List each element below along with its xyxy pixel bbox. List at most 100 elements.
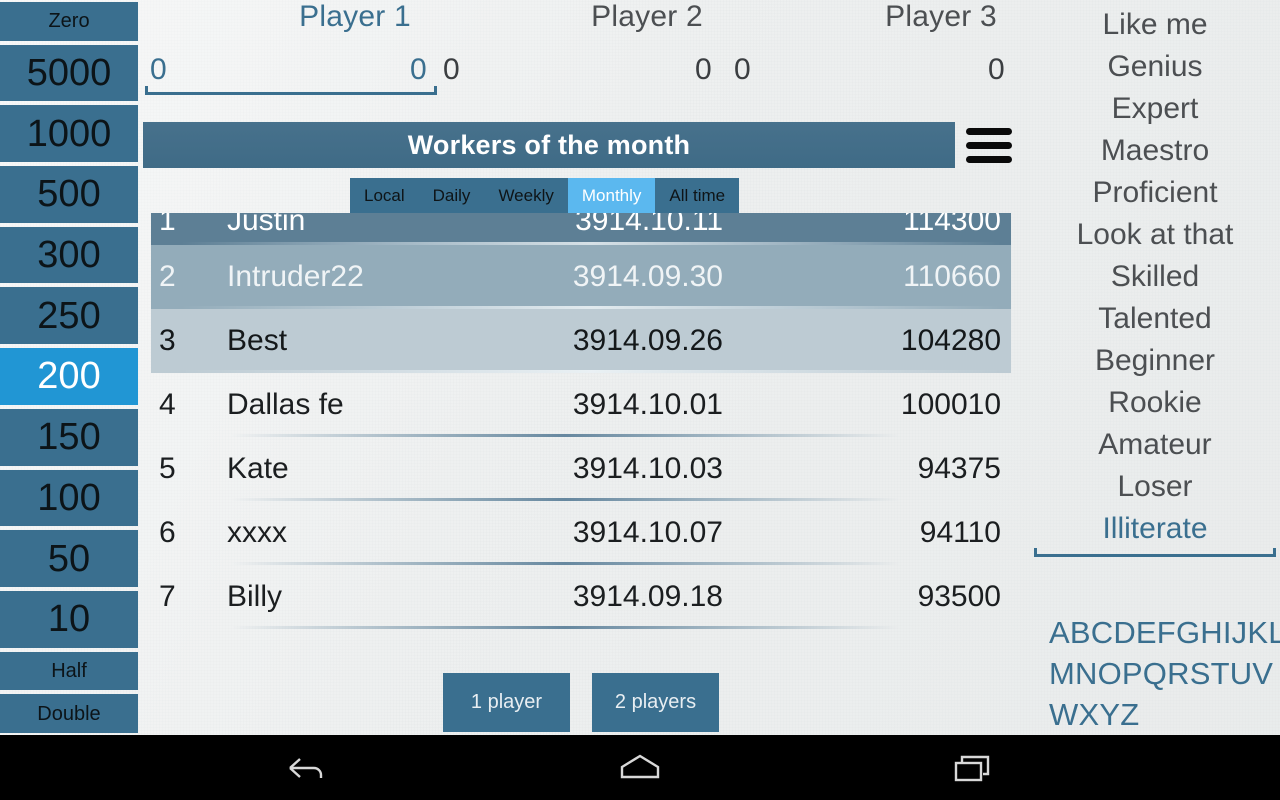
rank-item-expert[interactable]: Expert (1030, 88, 1280, 130)
player-1-round-score: 0 (410, 53, 427, 86)
player-name-2[interactable]: Player 2 (532, 0, 762, 34)
table-row[interactable]: 4 Dallas fe 3914.10.01 100010 (151, 373, 1011, 437)
rank-item-maestro[interactable]: Maestro (1030, 130, 1280, 172)
tab-label: All time (669, 185, 726, 205)
android-navigation-bar (0, 735, 1280, 800)
tab-all-time[interactable]: All time (655, 178, 740, 213)
rank-item-rookie[interactable]: Rookie (1030, 382, 1280, 424)
leaderboard-list[interactable]: 1 Justin 3914.10.11 114300 2 Intruder22 3914.0… (151, 213, 1011, 645)
alphabet-block: ABCDEFGHIJKL MNOPQRSTUV WXYZ (1025, 612, 1280, 735)
rank-item-genius[interactable]: Genius (1030, 46, 1280, 88)
hamburger-bar-3 (966, 156, 1012, 163)
leaderboard-cell-date: 3914.09.18 (572, 580, 723, 613)
rank-item-skilled[interactable]: Skilled (1030, 256, 1280, 298)
rail-button-5000[interactable]: 5000 (0, 44, 138, 102)
tab-daily[interactable]: Daily (418, 178, 485, 213)
leaderboard-title: Workers of the month (143, 122, 955, 168)
rank-item-illiterate[interactable]: Illiterate (1030, 508, 1280, 550)
leaderboard-cell-nick: xxxx (227, 516, 287, 549)
back-arrow-icon[interactable] (247, 735, 367, 800)
app-root: Zero 5000 1000 500 300 250 200 150 100 50 10 Half Do… (0, 0, 1280, 800)
rail-button-label: Half (51, 659, 87, 682)
rank-item-proficient[interactable]: Proficient (1030, 172, 1280, 214)
leaderboard-cell-rank: 5 (159, 452, 176, 485)
score-value-rail: Zero 5000 1000 500 300 250 200 150 100 50 10 Half Do… (0, 0, 140, 735)
player-column-2: Player 2 (532, 0, 762, 34)
table-row[interactable]: 5 Kate 3914.10.03 94375 (151, 437, 1011, 501)
alphabet-line-3[interactable]: WXYZ (1049, 694, 1280, 735)
rail-button-label: 200 (37, 355, 101, 398)
rail-button-label: Double (37, 702, 101, 725)
mode-button-1-player[interactable]: 1 player (443, 673, 570, 732)
home-icon[interactable] (580, 735, 700, 800)
player-1-total-score: 0 (443, 53, 460, 86)
leaderboard-cell-date: 3914.09.30 (572, 260, 723, 293)
table-row[interactable]: 3 Best 3914.09.26 104280 (151, 309, 1011, 373)
tab-weekly[interactable]: Weekly (484, 178, 568, 213)
rail-button-100[interactable]: 100 (0, 469, 138, 527)
player-name-3[interactable]: Player 3 (826, 0, 1056, 34)
rail-button-500[interactable]: 500 (0, 166, 138, 223)
rank-item-talented[interactable]: Talented (1030, 298, 1280, 340)
tab-monthly[interactable]: Monthly (567, 178, 656, 213)
leaderboard-cell-nick: Best (227, 324, 288, 357)
rank-selection-underline (1034, 548, 1276, 557)
rail-button-1000[interactable]: 1000 (0, 105, 138, 163)
rank-item-like-me[interactable]: Like me (1030, 4, 1280, 46)
rail-button-10[interactable]: 10 (0, 590, 138, 648)
tab-label: Weekly (498, 185, 554, 205)
leaderboard-cell-score: 110660 (903, 260, 1001, 293)
rail-button-label: 250 (37, 294, 101, 337)
rank-item-amateur[interactable]: Amateur (1030, 424, 1280, 466)
leaderboard-cell-date: 3914.10.11 (575, 213, 723, 237)
table-row[interactable]: 2 Intruder22 3914.09.30 110660 (151, 245, 1011, 309)
player-2-total-score: 0 (734, 53, 751, 86)
table-row[interactable]: 1 Justin 3914.10.11 114300 (151, 213, 1011, 245)
hamburger-menu-icon[interactable] (966, 128, 1012, 163)
rail-button-150[interactable]: 150 (0, 408, 138, 466)
leaderboard-cell-rank: 7 (159, 580, 176, 613)
rail-button-label: 10 (47, 598, 91, 641)
player-mode-buttons: 1 player 2 players (443, 673, 719, 732)
rail-button-250[interactable]: 250 (0, 287, 138, 345)
table-row[interactable]: 7 Billy 3914.09.18 93500 (151, 565, 1011, 629)
leaderboard-cell-score: 93500 (917, 580, 1001, 613)
leaderboard-cell-score: 94375 (917, 452, 1001, 485)
leaderboard-cell-rank: 1 (159, 213, 176, 237)
leaderboard-cell-rank: 2 (159, 260, 176, 293)
rail-button-half[interactable]: Half (0, 651, 138, 691)
hamburger-bar-2 (966, 142, 1012, 149)
rank-list: Like me Genius Expert Maestro Proficient Look… (1030, 0, 1280, 557)
rail-button-50[interactable]: 50 (0, 530, 138, 587)
tab-local[interactable]: Local (350, 178, 419, 213)
rail-button-label: 100 (37, 476, 101, 519)
hamburger-bar-1 (966, 128, 1012, 135)
player-column-1: Player 1 (240, 0, 470, 34)
leaderboard-cell-score: 114300 (903, 213, 1001, 237)
rail-button-label: 5000 (26, 52, 112, 95)
rail-button-label: 1000 (26, 112, 112, 155)
rail-button-zero[interactable]: Zero (0, 2, 138, 41)
rail-button-label: Zero (48, 10, 90, 33)
players-header: Player 1 Player 2 Player 3 0 0 0 0 0 0 (140, 0, 1030, 112)
player-3-total-score: 0 (988, 53, 1005, 86)
rail-button-double[interactable]: Double (0, 694, 138, 733)
rail-button-200[interactable]: 200 (0, 348, 138, 405)
alphabet-line-2[interactable]: MNOPQRSTUV (1049, 653, 1280, 694)
rank-item-look-at-that[interactable]: Look at that (1030, 214, 1280, 256)
rank-item-loser[interactable]: Loser (1030, 466, 1280, 508)
player-1-input-value[interactable]: 0 (150, 55, 167, 85)
leaderboard-cell-date: 3914.10.01 (572, 388, 723, 421)
leaderboard-cell-nick: Dallas fe (227, 388, 344, 421)
leaderboard-cell-date: 3914.10.07 (572, 516, 723, 549)
leaderboard-cell-rank: 4 (159, 388, 176, 421)
rail-button-300[interactable]: 300 (0, 226, 138, 284)
rank-item-beginner[interactable]: Beginner (1030, 340, 1280, 382)
rank-items: Like me Genius Expert Maestro Proficient Look… (1030, 4, 1280, 550)
recent-apps-icon[interactable] (913, 735, 1033, 800)
alphabet-line-1[interactable]: ABCDEFGHIJKL (1049, 612, 1280, 653)
table-row[interactable]: 6 xxxx 3914.10.07 94110 (151, 501, 1011, 565)
player-name-1[interactable]: Player 1 (240, 0, 470, 34)
player-2-round-score: 0 (695, 53, 712, 86)
mode-button-2-players[interactable]: 2 players (592, 673, 719, 732)
